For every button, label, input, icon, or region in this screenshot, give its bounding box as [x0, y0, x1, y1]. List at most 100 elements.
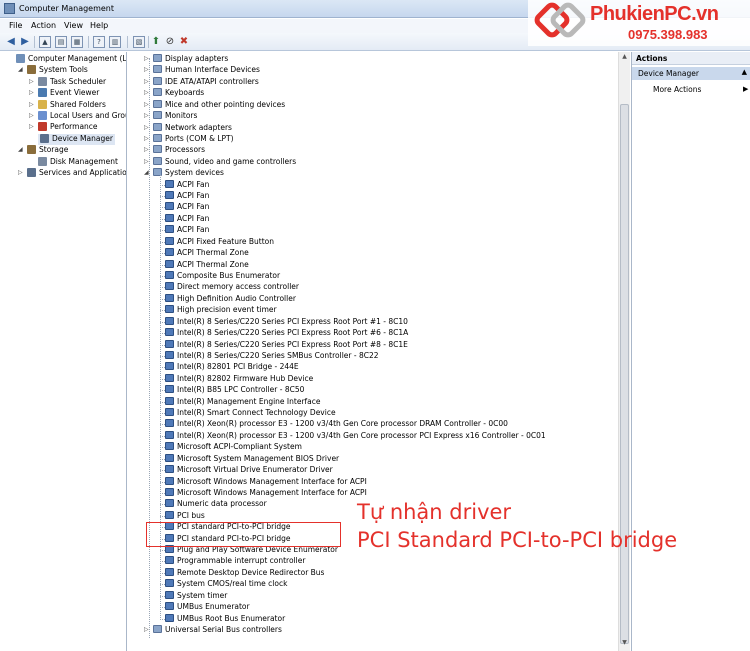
device-item[interactable]: Intel(R) Management Engine Interface [165, 396, 321, 407]
device-item[interactable]: High precision event timer [165, 304, 277, 315]
device-item[interactable]: Intel(R) Smart Connect Technology Device [165, 407, 336, 418]
tree-expander-icon[interactable]: ▷ [29, 112, 36, 119]
device-item[interactable]: Numeric data processor [165, 498, 267, 509]
device-item[interactable]: Programmable interrupt controller [165, 555, 305, 566]
update-driver-icon[interactable]: ⬆ [150, 36, 162, 48]
menu-file[interactable]: File [9, 21, 22, 30]
device-item[interactable]: Microsoft ACPI-Compliant System [165, 441, 302, 452]
device-item[interactable]: ACPI Thermal Zone [165, 247, 249, 258]
console-tree-icon[interactable]: ▥ [109, 36, 121, 48]
tree-item-performance[interactable]: Performance [38, 122, 98, 133]
device-item[interactable]: System timer [165, 590, 227, 601]
category-expander-icon[interactable]: ▷ [144, 112, 151, 119]
device-item[interactable]: PCI bus [165, 510, 205, 521]
category-expander-icon[interactable]: ▷ [144, 158, 151, 165]
scroll-up-icon[interactable]: ▲ [620, 53, 629, 63]
tree-item-storage[interactable]: Storage [27, 145, 68, 156]
device-item[interactable]: Microsoft Virtual Drive Enumerator Drive… [165, 464, 333, 475]
device-item[interactable]: Direct memory access controller [165, 281, 299, 292]
properties-icon[interactable]: ▦ [71, 36, 83, 48]
category-expander-icon[interactable]: ▷ [144, 78, 151, 85]
disable-device-icon[interactable]: ⊘ [164, 36, 176, 48]
category-sound-video-and-game-controllers[interactable]: Sound, video and game controllers [153, 156, 296, 167]
device-item[interactable]: Remote Desktop Device Redirector Bus [165, 567, 324, 578]
tree-expander-icon[interactable]: ◢ [18, 66, 25, 73]
device-item[interactable]: Intel(R) 82802 Firmware Hub Device [165, 373, 313, 384]
category-human-interface-devices[interactable]: Human Interface Devices [153, 64, 260, 75]
device-item[interactable]: Intel(R) 8 Series/C220 Series PCI Expres… [165, 339, 408, 350]
device-item[interactable]: ACPI Fan [165, 201, 209, 212]
tree-item-services-and-applications[interactable]: Services and Applications [27, 168, 126, 179]
category-expander-icon[interactable]: ▷ [144, 124, 151, 131]
device-item[interactable]: Composite Bus Enumerator [165, 270, 280, 281]
uninstall-device-icon[interactable]: ✖ [178, 36, 190, 48]
device-item[interactable]: UMBus Root Bus Enumerator [165, 613, 285, 624]
category-expander-icon[interactable]: ▷ [144, 55, 151, 62]
actions-section-device-manager[interactable]: Device Manager ▲ [632, 67, 750, 80]
device-item[interactable]: ACPI Fan [165, 190, 209, 201]
category-expander-icon[interactable]: ▷ [144, 135, 151, 142]
device-item[interactable]: UMBus Enumerator [165, 601, 250, 612]
tree-expander-icon[interactable]: ▷ [29, 78, 36, 85]
category-expander-icon[interactable]: ▷ [144, 101, 151, 108]
device-item[interactable]: Intel(R) 82801 PCI Bridge - 244E [165, 361, 299, 372]
tree-expander-icon[interactable]: ▷ [29, 89, 36, 96]
tree-item-shared-folders[interactable]: Shared Folders [38, 99, 106, 111]
device-item[interactable]: Intel(R) 8 Series/C220 Series SMBus Cont… [165, 350, 379, 361]
device-item[interactable]: ACPI Fixed Feature Button [165, 236, 274, 247]
back-arrow-icon[interactable]: ◀ [5, 36, 17, 48]
more-actions-link[interactable]: More Actions ▶ [653, 85, 748, 94]
scroll-down-icon[interactable]: ▼ [620, 639, 629, 649]
category-system-devices[interactable]: System devices [153, 167, 224, 178]
device-item[interactable]: ACPI Fan [165, 213, 209, 224]
show-hide-tree-icon[interactable]: ▤ [55, 36, 67, 48]
category-network-adapters[interactable]: Network adapters [153, 122, 232, 133]
menu-help[interactable]: Help [90, 21, 108, 30]
device-tree-scrollbar[interactable]: ▲ ▼ [618, 52, 630, 651]
category-expander-icon[interactable]: ▷ [144, 89, 151, 96]
forward-arrow-icon[interactable]: ▶ [19, 36, 31, 48]
scan-hardware-icon[interactable]: ▧ [133, 36, 145, 48]
device-item[interactable]: Intel(R) 8 Series/C220 Series PCI Expres… [165, 327, 408, 338]
category-universal-serial-bus-controllers[interactable]: Universal Serial Bus controllers [153, 624, 282, 635]
device-item[interactable]: ACPI Thermal Zone [165, 259, 249, 270]
device-item[interactable]: Microsoft System Management BIOS Driver [165, 453, 339, 464]
tree-item-device-manager[interactable]: Device Manager [38, 133, 115, 145]
device-item[interactable]: Intel(R) Xeon(R) processor E3 - 1200 v3/… [165, 418, 508, 429]
tree-item-system-tools[interactable]: System Tools [27, 65, 88, 76]
device-item[interactable]: Microsoft Windows Management Interface f… [165, 476, 367, 487]
category-display-adapters[interactable]: Display adapters [153, 53, 228, 64]
category-ide-ata-atapi-controllers[interactable]: IDE ATA/ATAPI controllers [153, 76, 259, 87]
device-item[interactable]: System CMOS/real time clock [165, 578, 287, 589]
category-ports-com-lpt[interactable]: Ports (COM & LPT) [153, 133, 234, 144]
category-processors[interactable]: Processors [153, 144, 205, 155]
category-keyboards[interactable]: Keyboards [153, 87, 204, 98]
tree-expander-icon[interactable]: ▷ [29, 123, 36, 130]
menu-action[interactable]: Action [31, 21, 56, 30]
device-item[interactable]: ACPI Fan [165, 179, 209, 190]
tree-item-local-users-and-groups[interactable]: Local Users and Groups [38, 111, 126, 122]
tree-item-event-viewer[interactable]: Event Viewer [38, 88, 99, 99]
category-expander-icon[interactable]: ▷ [144, 626, 151, 633]
category-expander-icon[interactable]: ▷ [144, 66, 151, 73]
tree-item-task-scheduler[interactable]: Task Scheduler [38, 76, 106, 88]
tree-expander-icon[interactable]: ▷ [18, 169, 25, 176]
category-monitors[interactable]: Monitors [153, 110, 197, 121]
scroll-thumb[interactable] [620, 104, 629, 644]
up-level-icon[interactable]: ▲ [39, 36, 51, 48]
tree-item-computer-management-local[interactable]: Computer Management (Local [16, 54, 126, 65]
menu-view[interactable]: View [64, 21, 83, 30]
device-item[interactable]: ACPI Fan [165, 224, 209, 235]
device-item[interactable]: Intel(R) B85 LPC Controller - 8C50 [165, 384, 304, 395]
category-mice-and-other-pointing-devices[interactable]: Mice and other pointing devices [153, 99, 285, 110]
device-item[interactable]: Intel(R) 8 Series/C220 Series PCI Expres… [165, 316, 408, 327]
collapse-arrow-icon[interactable]: ▲ [742, 68, 747, 76]
tree-item-disk-management[interactable]: Disk Management [38, 156, 118, 168]
device-item[interactable]: High Definition Audio Controller [165, 293, 296, 304]
help-icon[interactable]: ? [93, 36, 105, 48]
category-expander-icon[interactable]: ▷ [144, 146, 151, 153]
device-item[interactable]: Microsoft Windows Management Interface f… [165, 487, 367, 498]
device-item[interactable]: Intel(R) Xeon(R) processor E3 - 1200 v3/… [165, 430, 546, 441]
tree-expander-icon[interactable]: ▷ [29, 101, 36, 108]
tree-expander-icon[interactable]: ◢ [18, 146, 25, 153]
